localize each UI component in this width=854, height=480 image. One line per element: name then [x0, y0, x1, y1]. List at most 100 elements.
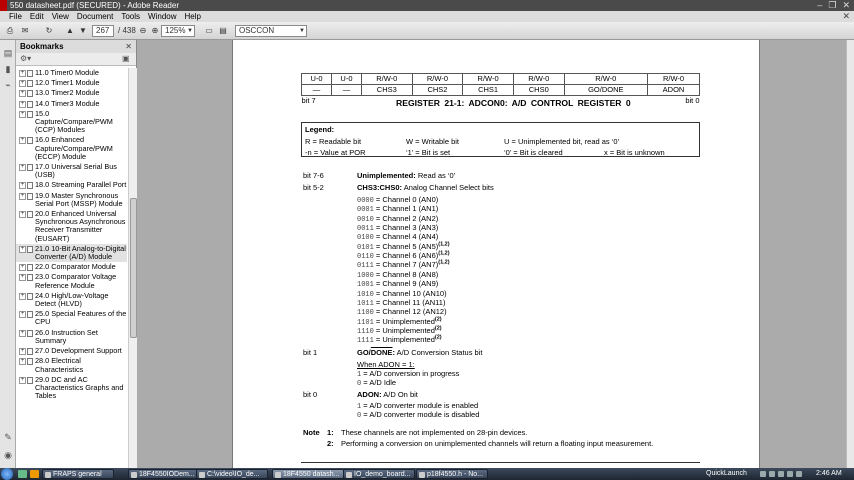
expand-icon[interactable]: +	[19, 100, 26, 108]
taskbar-button[interactable]: p18f4550.h - No...	[416, 469, 488, 479]
taskbar-button[interactable]: FRAPS general	[42, 469, 114, 479]
minimize-button[interactable]: –	[817, 0, 822, 11]
expand-bookmark-icon[interactable]: ▣	[122, 54, 130, 63]
menu-edit[interactable]: Edit	[30, 11, 44, 22]
menu-tools[interactable]: Tools	[121, 11, 140, 22]
bit76-text: Read as ‘0’	[417, 171, 456, 180]
email-icon[interactable]: ✉	[19, 25, 31, 37]
tray-icon[interactable]	[796, 471, 802, 477]
document-scrollbar[interactable]	[846, 40, 854, 468]
expand-icon[interactable]: +	[19, 164, 26, 172]
tray-icon[interactable]	[760, 471, 766, 477]
close-document-icon[interactable]: ✕	[842, 11, 850, 22]
window-title: 550 datasheet.pdf (SECURED) - Adobe Read…	[10, 1, 179, 10]
tray-icon[interactable]	[769, 471, 775, 477]
expand-icon[interactable]: +	[19, 358, 26, 366]
quicklaunch-app-icon[interactable]	[30, 470, 39, 478]
expand-icon[interactable]: +	[19, 311, 26, 319]
quicklaunch-label[interactable]: QuickLaunch	[706, 469, 747, 479]
bookmark-item[interactable]: +12.0 Timer1 Module	[16, 78, 127, 88]
menu-help[interactable]: Help	[185, 11, 201, 22]
bookmark-item[interactable]: +22.0 Comparator Module	[16, 262, 127, 272]
fit-page-icon[interactable]: ▭	[203, 25, 215, 37]
taskbar-button[interactable]: IO_demo_board...	[343, 469, 415, 479]
bookmark-item[interactable]: +18.0 Streaming Parallel Port	[16, 180, 127, 190]
expand-icon[interactable]: +	[19, 211, 26, 219]
bookmark-item[interactable]: +26.0 Instruction Set Summary	[16, 328, 127, 346]
expand-icon[interactable]: +	[19, 329, 26, 337]
bookmarks-scroll-thumb[interactable]	[130, 198, 137, 338]
menu-view[interactable]: View	[52, 11, 69, 22]
bookmark-item[interactable]: +16.0 Enhanced Capture/Compare/PWM (ECCP…	[16, 135, 127, 162]
bookmark-item[interactable]: +24.0 High/Low-Voltage Detect (HLVD)	[16, 291, 127, 309]
bookmarks-scrollbar[interactable]	[128, 68, 137, 468]
bookmark-item[interactable]: +28.0 Electrical Characteristics	[16, 356, 127, 374]
search-input[interactable]: OSCCON	[235, 25, 307, 37]
taskbar-button-label: FRAPS general	[53, 471, 102, 478]
expand-icon[interactable]: +	[19, 80, 26, 88]
attachments-icon[interactable]: ⌁	[3, 80, 13, 90]
bookmark-item[interactable]: +17.0 Universal Serial Bus (USB)	[16, 162, 127, 180]
page-number-input[interactable]: 267	[92, 25, 114, 37]
bookmark-item[interactable]: +15.0 Capture/Compare/PWM (CCP) Modules	[16, 109, 127, 136]
bookmark-item[interactable]: +27.0 Development Support	[16, 346, 127, 356]
bookmark-item[interactable]: +14.0 Timer3 Module	[16, 99, 127, 109]
access-cell: R/W-0	[411, 73, 464, 85]
tray-icon[interactable]	[787, 471, 793, 477]
menu-file[interactable]: File	[9, 11, 22, 22]
bookmark-item[interactable]: +19.0 Master Synchronous Serial Port (MS…	[16, 191, 127, 209]
sync-icon[interactable]: ↻	[43, 25, 55, 37]
bookmark-label: 23.0 Comparator Voltage Reference Module	[35, 272, 117, 290]
bit1-value-0: 0 = A/D Idle	[357, 378, 396, 389]
bookmark-item[interactable]: +21.0 10-Bit Analog-to-Digital Converter…	[16, 243, 127, 263]
bookmark-item[interactable]: +25.0 Special Features of the CPU	[16, 309, 127, 327]
layers-icon[interactable]: ◉	[3, 450, 13, 460]
expand-icon[interactable]: +	[19, 70, 26, 77]
expand-icon[interactable]: +	[19, 90, 26, 98]
pages-icon[interactable]: ▤	[3, 48, 13, 58]
options-icon[interactable]: ⚙▾	[20, 54, 31, 63]
expand-icon[interactable]: +	[19, 292, 26, 300]
bookmark-page-icon	[27, 164, 33, 172]
close-panel-icon[interactable]: ✕	[125, 40, 132, 53]
taskbar-button[interactable]: 18F4550 datash...	[272, 469, 344, 479]
next-page-icon[interactable]: ▼	[77, 25, 89, 37]
bookmark-item[interactable]: +13.0 Timer2 Module	[16, 88, 127, 98]
expand-icon[interactable]: +	[19, 137, 26, 145]
channel-text: = Channel 11 (AN11)	[375, 297, 446, 307]
search-dropdown-icon[interactable]: ▼	[299, 25, 305, 37]
zoom-dropdown-icon[interactable]: ▼	[187, 25, 193, 37]
zoom-in-icon[interactable]: ⊕	[149, 25, 161, 37]
maximize-button[interactable]: ❐	[828, 0, 836, 11]
close-window-button[interactable]: ✕	[842, 0, 850, 11]
expand-icon[interactable]: +	[19, 110, 26, 118]
fit-width-icon[interactable]: ▤	[217, 25, 229, 37]
previous-page-icon[interactable]: ▲	[64, 25, 76, 37]
start-button[interactable]	[1, 468, 13, 480]
bookmarks-icon[interactable]: ▮	[3, 64, 13, 74]
expand-icon[interactable]: +	[19, 264, 26, 272]
print-icon[interactable]: ⎙	[4, 25, 16, 37]
expand-icon[interactable]: +	[19, 245, 26, 253]
bookmark-item[interactable]: +23.0 Comparator Voltage Reference Modul…	[16, 272, 127, 290]
menu-document[interactable]: Document	[77, 11, 113, 22]
show-desktop-icon[interactable]	[18, 470, 27, 478]
expand-icon[interactable]: +	[19, 376, 26, 384]
register-table: U-0 U-0 R/W-0 R/W-0 R/W-0 R/W-0 R/W-0 R/…	[301, 73, 700, 107]
bookmark-item[interactable]: +11.0 Timer0 Module	[16, 68, 127, 78]
tray-icon[interactable]	[778, 471, 784, 477]
taskbar-button[interactable]: C:\video\IO_de...	[196, 469, 268, 479]
expand-icon[interactable]: +	[19, 192, 26, 200]
expand-icon[interactable]: +	[19, 348, 26, 356]
expand-icon[interactable]: +	[19, 274, 26, 282]
bookmark-item[interactable]: +29.0 DC and AC Characteristics Graphs a…	[16, 375, 127, 402]
channel-text: = Channel 2 (AN2)	[375, 213, 439, 223]
bit0-value-1-text: = A/D converter module is enabled	[363, 401, 479, 410]
bookmark-item[interactable]: +20.0 Enhanced Universal Synchronous Asy…	[16, 209, 127, 244]
zoom-out-icon[interactable]: ⊖	[137, 25, 149, 37]
expand-icon[interactable]: +	[19, 182, 26, 190]
comments-icon[interactable]: ✎	[3, 432, 13, 442]
menu-window[interactable]: Window	[148, 11, 176, 22]
taskbar-button[interactable]: 18F4550IODem...	[128, 469, 200, 479]
bookmark-page-icon	[27, 348, 33, 356]
